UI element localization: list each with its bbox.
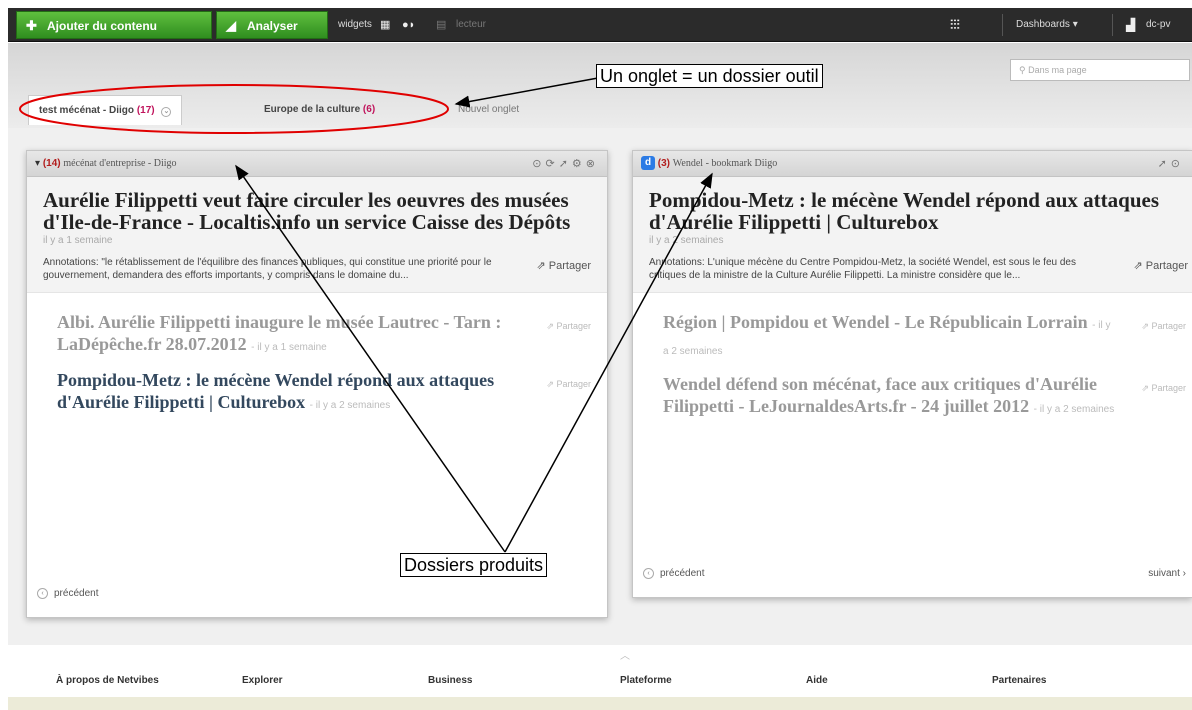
tab-callout-label: Un onglet = un dossier outil (596, 64, 823, 88)
folders-callout-label: Dossiers produits (400, 553, 548, 577)
folders-callout-arrow-left (235, 164, 506, 553)
tabs-highlight-ellipse (19, 84, 449, 134)
annotation-overlay (19, 77, 713, 553)
folders-callout-arrow-right (504, 172, 713, 553)
tab-callout-arrow (454, 77, 599, 108)
